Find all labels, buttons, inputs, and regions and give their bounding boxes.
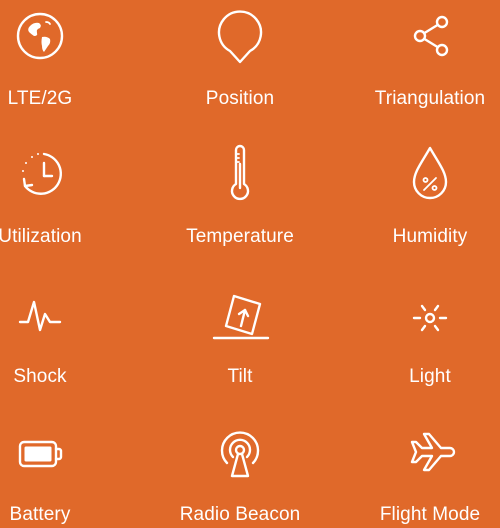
feature-label: LTE/2G — [7, 88, 73, 109]
tilt-box-icon — [208, 284, 272, 348]
feature-label: Temperature — [186, 226, 294, 247]
feature-label: Tilt — [227, 366, 253, 387]
feature-label: Triangulation — [374, 88, 486, 109]
airplane-icon — [398, 420, 462, 484]
water-drop-percent-icon — [398, 142, 462, 206]
feature-label: Battery — [9, 504, 71, 525]
feature-label: Light — [409, 366, 451, 387]
thermometer-icon — [208, 142, 272, 206]
map-pin-icon — [208, 4, 272, 68]
pulse-icon — [8, 284, 72, 348]
feature-icon-grid: LTE/2G Position Triangulation Utilizatio… — [0, 0, 500, 528]
feature-label: Shock — [13, 366, 67, 387]
clock-history-icon — [8, 142, 72, 206]
globe-icon — [8, 4, 72, 68]
feature-label: Humidity — [392, 226, 468, 247]
battery-icon — [8, 420, 72, 484]
feature-label: Radio Beacon — [179, 504, 301, 525]
feature-label: Utilization — [0, 226, 82, 247]
light-burst-icon — [398, 284, 462, 348]
share-nodes-icon — [398, 4, 462, 68]
feature-label: Flight Mode — [379, 504, 481, 525]
feature-label: Position — [205, 88, 275, 109]
radio-beacon-icon — [208, 420, 272, 484]
